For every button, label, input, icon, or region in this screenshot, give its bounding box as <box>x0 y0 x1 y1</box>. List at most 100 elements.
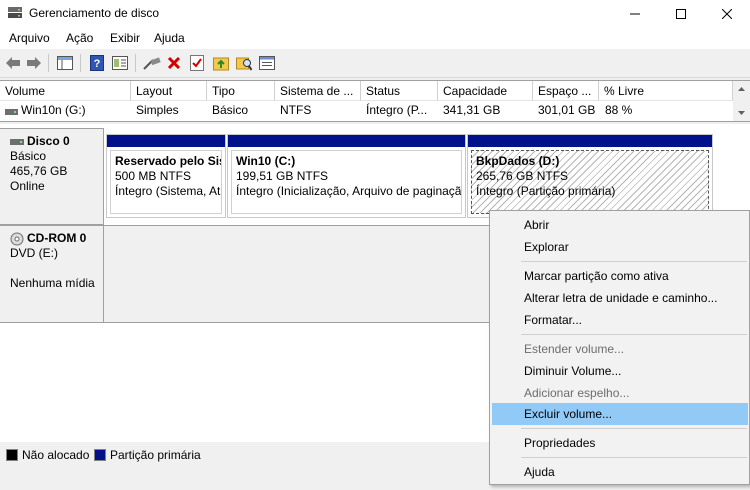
forward-button[interactable] <box>24 53 44 73</box>
details-view-icon <box>112 56 128 70</box>
partition-status: Íntegro (Sistema, Ati <box>115 184 222 198</box>
disk-0-label[interactable]: Disco 0 Básico 465,76 GB Online <box>0 128 104 225</box>
minimize-icon <box>630 13 640 14</box>
delete-button[interactable] <box>164 53 184 73</box>
menu-separator <box>521 428 747 429</box>
menu-separator <box>521 457 747 458</box>
maximize-button[interactable] <box>658 0 704 27</box>
settings-button[interactable] <box>257 53 277 73</box>
column-header-free-space[interactable]: Espaço ... <box>533 81 599 101</box>
primary-partition-swatch <box>94 449 106 461</box>
check-button[interactable] <box>187 53 207 73</box>
connect-drive-icon <box>143 57 161 70</box>
import-button[interactable] <box>211 53 231 73</box>
disk-0-status: Online <box>10 179 45 193</box>
menu-ajuda[interactable]: Ajuda <box>154 31 185 45</box>
show-hide-console-button[interactable] <box>55 53 75 73</box>
partition-win10-c[interactable]: Win10 (C:) 199,51 GB NTFS Íntegro (Inici… <box>227 134 466 218</box>
menu-separator <box>521 261 747 262</box>
checklist-icon <box>190 55 204 71</box>
cdrom-drive: DVD (E:) <box>10 246 58 260</box>
scroll-arrows-icon <box>738 87 745 115</box>
search-button[interactable] <box>234 53 254 73</box>
menu-bar: Arquivo Ação Exibir Ajuda <box>0 27 750 49</box>
menu-acao[interactable]: Ação <box>66 31 93 45</box>
toolbar-separator <box>48 54 49 72</box>
selected-partition-area: BkpDados (D:) 265,76 GB NTFS Íntegro (Pa… <box>471 150 709 214</box>
column-header-filesystem[interactable]: Sistema de ... <box>275 81 361 101</box>
column-header-capacity[interactable]: Capacidade <box>438 81 533 101</box>
partition-name: Reservado pelo Sist <box>115 154 222 168</box>
toolbar-separator <box>135 54 136 72</box>
back-arrow-icon <box>6 57 20 69</box>
connect-drive-button[interactable] <box>142 53 162 73</box>
window-title: Gerenciamento de disco <box>29 6 160 20</box>
column-header-volume[interactable]: Volume <box>0 81 131 101</box>
partition-size: 265,76 GB NTFS <box>476 169 569 183</box>
cdrom-media-status: Nenhuma mídia <box>10 276 95 290</box>
cdrom-name: CD-ROM 0 <box>27 231 87 245</box>
menu-item-ajuda[interactable]: Ajuda <box>492 461 748 483</box>
menu-item-formatar[interactable]: Formatar... <box>492 309 748 331</box>
cell-status: Íntegro (P... <box>366 103 428 117</box>
volume-list: Volume Layout Tipo Sistema de ... Status… <box>0 80 750 122</box>
svg-text:?: ? <box>94 58 101 70</box>
disk-0-type: Básico <box>10 149 47 163</box>
cell-filesystem: NTFS <box>280 103 312 117</box>
disk-management-app-icon <box>7 6 23 20</box>
context-menu: Abrir Explorar Marcar partição como ativ… <box>489 210 750 485</box>
primary-partition-bar <box>228 135 465 147</box>
console-tree-icon <box>57 56 73 70</box>
volume-list-scrollbar[interactable] <box>733 81 750 121</box>
close-icon <box>722 8 732 19</box>
menu-item-alterar-letra[interactable]: Alterar letra de unidade e caminho... <box>492 287 748 309</box>
close-button[interactable] <box>704 0 750 27</box>
forward-arrow-icon <box>27 57 41 69</box>
cell-free-space: 301,01 GB <box>538 103 596 117</box>
legend-unallocated: Não alocado <box>22 448 90 462</box>
partition-bkpdados-d[interactable]: BkpDados (D:) 265,76 GB NTFS Íntegro (Pa… <box>467 134 713 218</box>
menu-item-excluir-volume[interactable]: Excluir volume... <box>492 403 748 425</box>
column-header-layout[interactable]: Layout <box>131 81 207 101</box>
legend-primary-partition: Partição primária <box>110 448 201 462</box>
minimize-button[interactable] <box>612 0 658 27</box>
cell-volume: Win10n (G:) <box>21 103 86 117</box>
partition-name: Win10 (C:) <box>236 154 296 168</box>
properties-dialog-icon <box>259 56 275 70</box>
column-header-type[interactable]: Tipo <box>207 81 275 101</box>
disk-0-name: Disco 0 <box>27 134 70 148</box>
menu-item-adicionar-espelho: Adicionar espelho... <box>524 386 630 400</box>
menu-arquivo[interactable]: Arquivo <box>9 31 50 45</box>
cell-capacity: 341,31 GB <box>443 103 501 117</box>
folder-search-icon <box>236 57 252 71</box>
partition-system-reserved[interactable]: Reservado pelo Sist 500 MB NTFS Íntegro … <box>106 134 226 218</box>
partition-status: Íntegro (Inicialização, Arquivo de pagin… <box>236 184 462 198</box>
primary-partition-bar <box>107 135 225 147</box>
menu-item-marcar-ativa[interactable]: Marcar partição como ativa <box>492 265 748 287</box>
back-button[interactable] <box>3 53 23 73</box>
cell-percent-free: 88 % <box>605 103 633 117</box>
cdrom-0-label[interactable]: CD-ROM 0 DVD (E:) Nenhuma mídia <box>0 225 104 323</box>
column-header-status[interactable]: Status <box>361 81 438 101</box>
partition-size: 500 MB NTFS <box>115 169 192 183</box>
menu-item-estender-volume: Estender volume... <box>524 342 625 356</box>
help-button[interactable]: ? <box>87 53 107 73</box>
cd-drive-icon <box>10 232 24 245</box>
partition-size: 199,51 GB NTFS <box>236 169 329 183</box>
toolbar-separator <box>80 54 81 72</box>
menu-item-propriedades[interactable]: Propriedades <box>492 432 748 454</box>
cell-layout: Simples <box>136 103 179 117</box>
partition-status: Íntegro (Partição primária) <box>476 184 616 198</box>
toolbar: ? <box>0 49 750 78</box>
delete-x-icon <box>167 56 181 70</box>
unallocated-swatch <box>6 449 18 461</box>
menu-exibir[interactable]: Exibir <box>110 31 140 45</box>
menu-item-abrir[interactable]: Abrir <box>492 214 748 236</box>
menu-item-explorar[interactable]: Explorar <box>492 236 748 258</box>
volume-icon <box>5 105 18 119</box>
properties-view-button[interactable] <box>110 53 130 73</box>
menu-separator <box>521 334 747 335</box>
menu-item-diminuir-volume[interactable]: Diminuir Volume... <box>492 360 748 382</box>
help-book-icon: ? <box>90 55 104 71</box>
column-header-percent-free[interactable]: % Livre <box>599 81 733 101</box>
